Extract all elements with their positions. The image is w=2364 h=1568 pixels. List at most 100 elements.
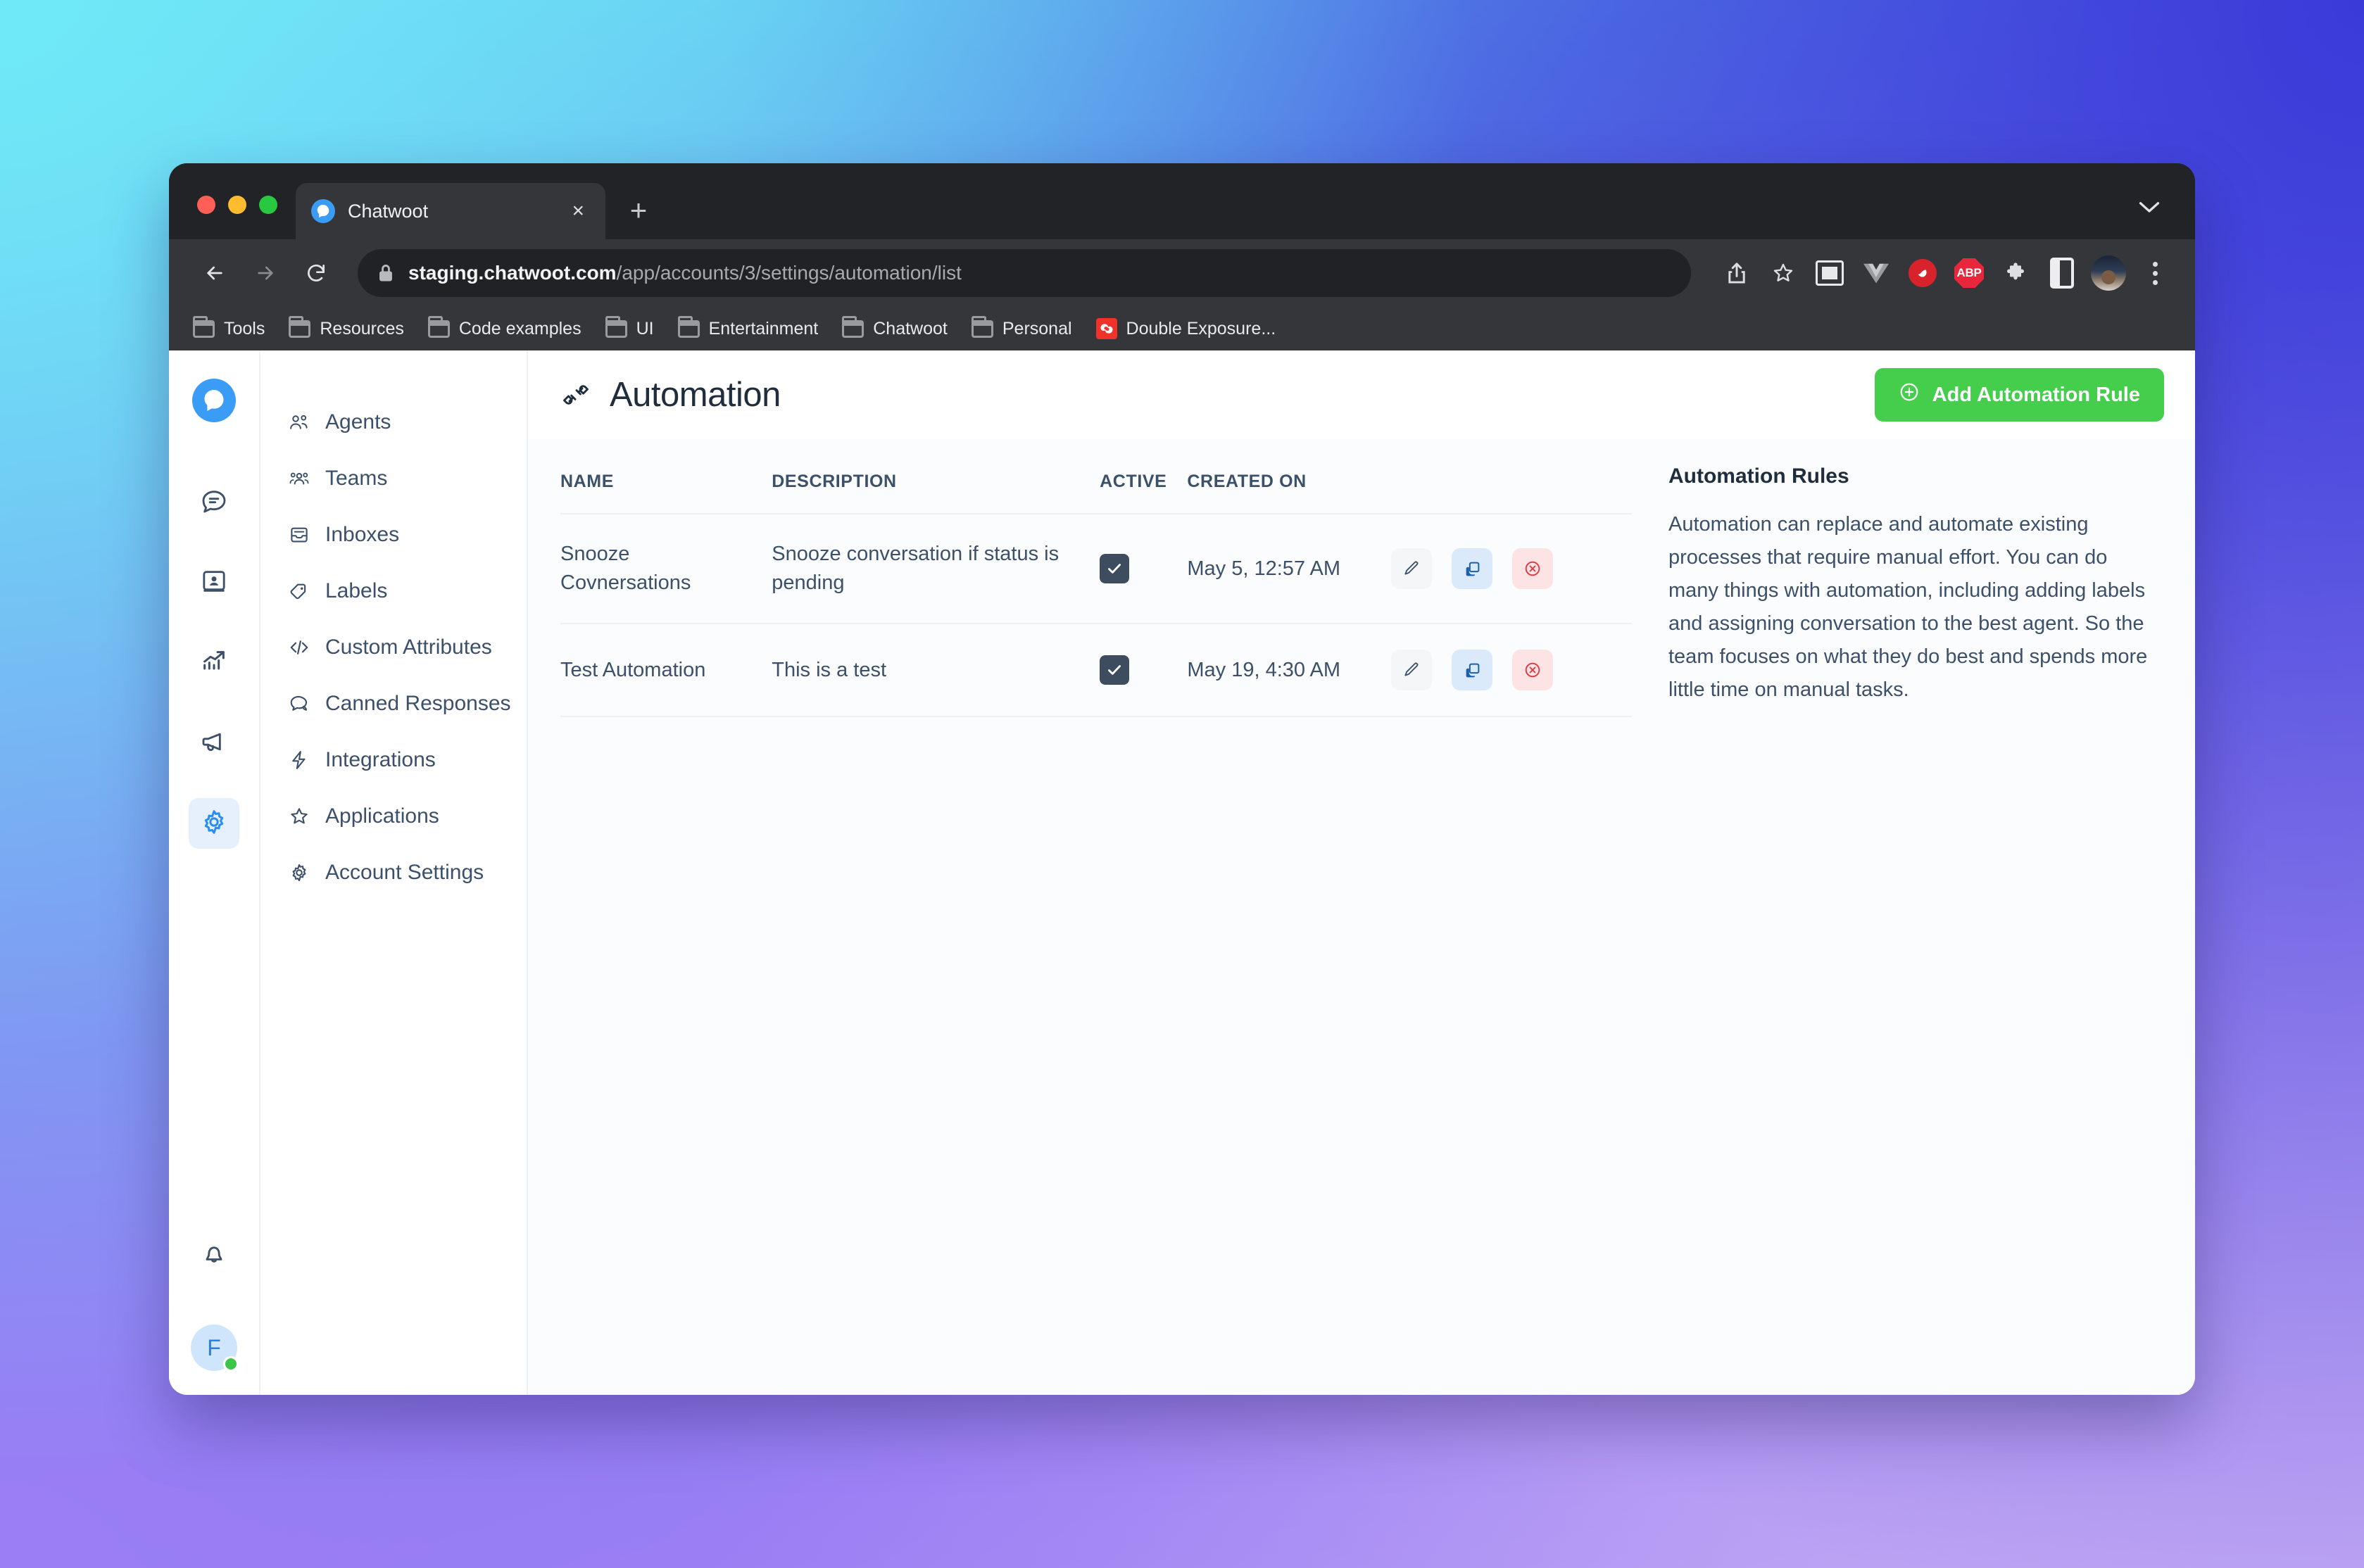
- star-apps-icon: [287, 804, 311, 828]
- sidebar-item-label: Agents: [325, 410, 391, 434]
- bookmark-item[interactable]: Resources: [289, 315, 404, 339]
- bookmark-label: UI: [636, 318, 654, 339]
- share-icon[interactable]: [1715, 251, 1759, 295]
- bookmark-item[interactable]: Double Exposure...: [1095, 318, 1276, 339]
- rail-item-contacts[interactable]: [189, 557, 239, 608]
- forward-icon[interactable]: [244, 251, 287, 295]
- sidebar-item-label: Canned Responses: [325, 692, 511, 715]
- delete-icon[interactable]: [1512, 650, 1554, 691]
- clone-icon[interactable]: [1452, 548, 1493, 590]
- picture-in-picture-icon[interactable]: [1808, 251, 1851, 295]
- new-tab-button[interactable]: +: [615, 187, 662, 234]
- inbox-icon: [287, 523, 311, 547]
- bookmark-item[interactable]: UI: [605, 315, 654, 339]
- rail-item-conversations[interactable]: [189, 477, 239, 528]
- address-bar[interactable]: staging.chatwoot.com/app/accounts/3/sett…: [358, 249, 1691, 297]
- sidebar-item-label: Applications: [325, 804, 439, 828]
- cell-created-on: May 19, 4:30 AM: [1187, 624, 1392, 718]
- reload-icon[interactable]: [294, 251, 338, 295]
- cell-name: Snooze Covnersations: [560, 514, 772, 625]
- profile-avatar[interactable]: [2087, 251, 2130, 295]
- reports-chart-icon: [200, 647, 228, 679]
- table-row: Snooze Covnersations Snooze conversation…: [560, 514, 1632, 625]
- lock-icon: [377, 263, 394, 283]
- edit-icon[interactable]: [1391, 650, 1433, 691]
- info-panel-title: Automation Rules: [1668, 464, 1849, 488]
- chatwoot-logo-icon[interactable]: [192, 379, 236, 422]
- contacts-book-icon: [200, 567, 228, 599]
- sidebar-item-agents[interactable]: Agents: [260, 394, 527, 450]
- close-icon[interactable]: ×: [566, 198, 590, 225]
- column-header-description: DESCRIPTION: [772, 463, 1100, 514]
- sidebar-item-custom-attributes[interactable]: Custom Attributes: [260, 619, 527, 676]
- vue-devtools-icon[interactable]: [1854, 251, 1898, 295]
- bookmark-label: Tools: [224, 318, 265, 339]
- browser-tab[interactable]: Chatwoot ×: [296, 183, 605, 239]
- adblock-plus-icon[interactable]: ABP: [1947, 251, 1991, 295]
- bookmark-item[interactable]: Chatwoot: [842, 315, 948, 339]
- chevron-down-icon[interactable]: [2139, 196, 2160, 220]
- browser-toolbar: staging.chatwoot.com/app/accounts/3/sett…: [169, 239, 2195, 307]
- megaphone-icon: [200, 728, 228, 759]
- url-text: staging.chatwoot.com/app/accounts/3/sett…: [408, 262, 962, 284]
- bookmark-item[interactable]: Tools: [193, 315, 265, 339]
- code-brackets-icon: [287, 636, 311, 659]
- rail-item-campaigns[interactable]: [189, 718, 239, 769]
- tab-strip: Chatwoot × +: [169, 163, 2195, 239]
- sidebar-item-canned-responses[interactable]: Canned Responses: [260, 676, 527, 732]
- chrome-menu-icon[interactable]: [2133, 251, 2177, 295]
- extensions-puzzle-icon[interactable]: [1994, 251, 2037, 295]
- pocket-icon[interactable]: [1901, 251, 1944, 295]
- maximize-window-button[interactable]: [259, 196, 277, 214]
- row-actions: [1391, 650, 1618, 691]
- bookmark-item[interactable]: Personal: [971, 315, 1072, 339]
- sidebar-item-account-settings[interactable]: Account Settings: [260, 845, 527, 901]
- bookmark-item[interactable]: Code examples: [427, 315, 581, 339]
- rail-item-notifications[interactable]: [189, 1230, 239, 1281]
- table-head: NAME DESCRIPTION ACTIVE CREATED ON: [560, 463, 1632, 514]
- sidebar-item-teams[interactable]: Teams: [260, 450, 527, 507]
- sidebar-item-applications[interactable]: Applications: [260, 788, 527, 845]
- tab-title: Chatwoot: [348, 200, 429, 222]
- user-avatar[interactable]: F: [191, 1324, 239, 1372]
- bookmark-label: Resources: [320, 318, 404, 339]
- cell-created-on: May 5, 12:57 AM: [1187, 514, 1392, 625]
- info-panel: Automation Rules Automation can replace …: [1632, 439, 2195, 1395]
- content-area: NAME DESCRIPTION ACTIVE CREATED ON Snooz…: [528, 439, 2195, 1395]
- bookmark-item[interactable]: Entertainment: [677, 315, 818, 339]
- sidebar-item-labels[interactable]: Labels: [260, 563, 527, 619]
- url-path: /app/accounts/3/settings/automation/list: [616, 262, 962, 284]
- sidebar-item-label: Teams: [325, 467, 388, 490]
- gear-icon: [287, 861, 311, 885]
- automation-table-wrapper: NAME DESCRIPTION ACTIVE CREATED ON Snooz…: [528, 439, 1632, 1395]
- window-controls: [169, 196, 296, 239]
- folder-icon: [842, 315, 865, 338]
- sidebar-item-inboxes[interactable]: Inboxes: [260, 507, 527, 563]
- add-automation-rule-button[interactable]: Add Automation Rule: [1874, 368, 2164, 422]
- sidebar-panel-icon[interactable]: [2040, 251, 2084, 295]
- column-header-name: NAME: [560, 463, 772, 514]
- active-checkbox[interactable]: [1100, 554, 1130, 584]
- table-header-row: NAME DESCRIPTION ACTIVE CREATED ON: [560, 463, 1632, 514]
- delete-icon[interactable]: [1512, 548, 1554, 590]
- chatwoot-logo-icon: [311, 199, 335, 223]
- cell-description: Snooze conversation if status is pending: [772, 514, 1100, 625]
- rail-item-settings[interactable]: [189, 798, 239, 849]
- teams-icon: [287, 467, 311, 491]
- label-tag-icon: [287, 579, 311, 603]
- page-title: Automation: [610, 376, 781, 414]
- cell-actions: [1391, 514, 1632, 625]
- gear-icon: [200, 808, 228, 840]
- bookmark-star-icon[interactable]: [1761, 251, 1805, 295]
- close-window-button[interactable]: [197, 196, 215, 214]
- active-checkbox[interactable]: [1100, 655, 1130, 685]
- folder-icon: [289, 315, 311, 338]
- sidebar-item-label: Custom Attributes: [325, 636, 492, 659]
- rail-item-reports[interactable]: [189, 638, 239, 688]
- minimize-window-button[interactable]: [228, 196, 246, 214]
- folder-icon: [971, 315, 993, 338]
- sidebar-item-integrations[interactable]: Integrations: [260, 732, 527, 788]
- clone-icon[interactable]: [1452, 650, 1493, 691]
- back-icon[interactable]: [193, 251, 237, 295]
- edit-icon[interactable]: [1391, 548, 1433, 590]
